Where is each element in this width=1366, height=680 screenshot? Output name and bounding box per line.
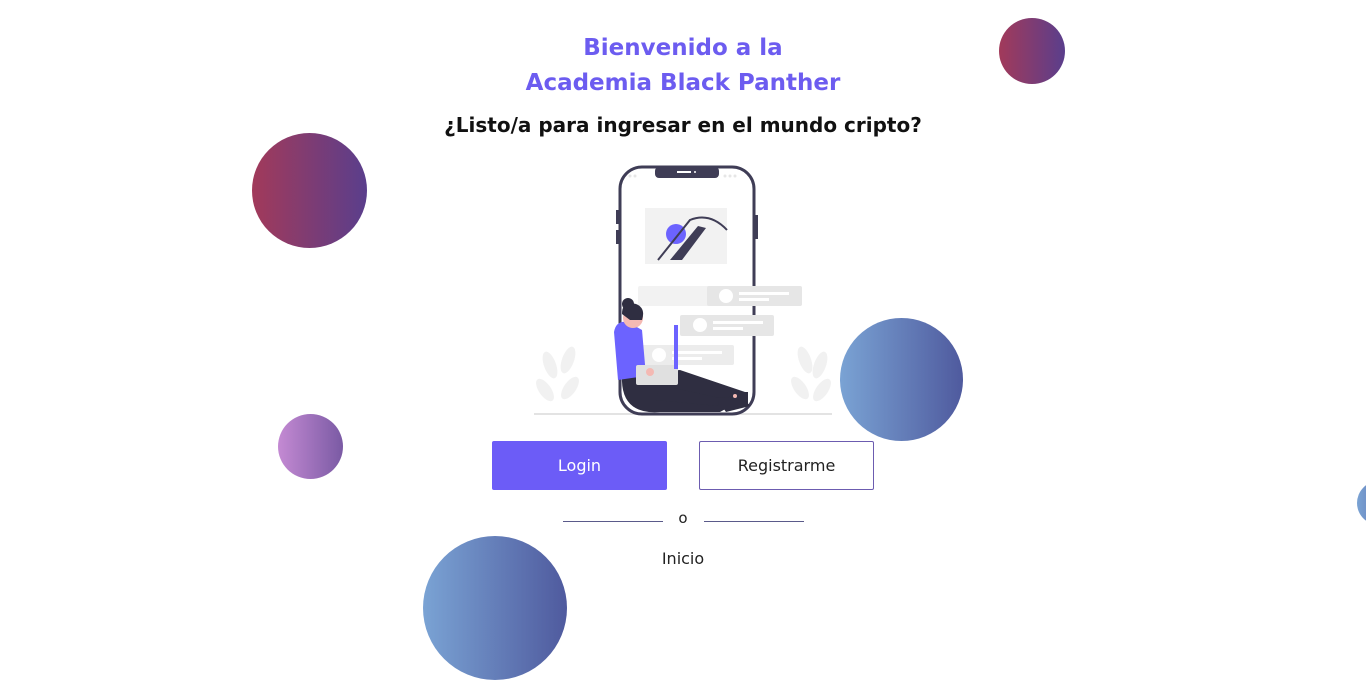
decorative-bubble [252, 133, 367, 248]
title-line-1: Bienvenido a la [583, 35, 783, 61]
page-title: Bienvenido a la Academia Black Panther [0, 31, 1366, 101]
decorative-bubble [840, 318, 963, 441]
register-button[interactable]: Registrarme [699, 441, 874, 490]
decorative-bubble [1357, 481, 1366, 525]
woman-with-phone-illustration [530, 160, 836, 420]
home-link[interactable]: Inicio [662, 549, 704, 568]
divider-right [704, 521, 804, 522]
divider-text: o [678, 509, 688, 527]
divider-left [563, 521, 663, 522]
title-line-2: Academia Black Panther [525, 70, 841, 96]
login-button[interactable]: Login [492, 441, 667, 490]
page-subtitle: ¿Listo/a para ingresar en el mundo cript… [444, 113, 922, 137]
decorative-bubble [278, 414, 343, 479]
home-link-row: Inicio [0, 549, 1366, 568]
